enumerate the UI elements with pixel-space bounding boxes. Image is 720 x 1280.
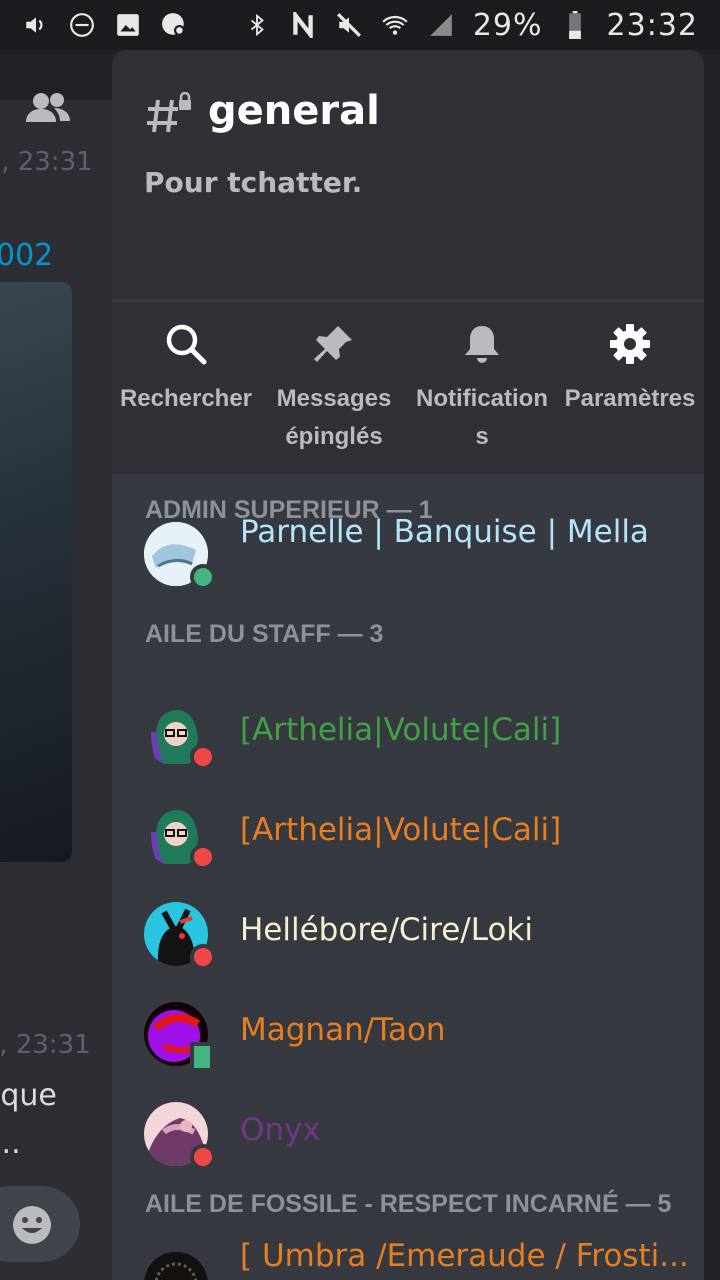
search-button[interactable]: Rechercher: [112, 302, 260, 474]
member-item[interactable]: [Arthelia|Volute|Cali]: [112, 786, 704, 886]
channel-actions: Rechercher Messages épinglés Notificatio…: [112, 302, 704, 474]
member-item[interactable]: Magnan/Taon: [112, 986, 704, 1086]
battery-percent: 29%: [472, 7, 543, 43]
search-icon: [164, 322, 208, 366]
channel-header: general Pour tchatter.: [112, 50, 704, 300]
pinned-messages-label: Messages épinglés: [276, 385, 392, 450]
notification-settings-icon: [160, 11, 188, 39]
member-name: [Arthelia|Volute|Cali]: [240, 712, 562, 748]
status-bar: 29% 23:32: [0, 0, 720, 50]
member-item[interactable]: [Arthelia|Volute|Cali]: [112, 686, 704, 786]
nfc-icon: [289, 11, 317, 39]
section-aile-de-fossile: AILE DE FOSSILE - RESPECT INCARNÉ — 5: [145, 1190, 672, 1218]
member-item[interactable]: [ Umbra /Emeraude / Frosti...: [112, 1234, 704, 1280]
member-name: Magnan/Taon: [240, 1012, 446, 1048]
notifications-button[interactable]: Notification s: [408, 302, 556, 474]
channel-info-panel: general Pour tchatter. Rechercher Messag…: [112, 50, 704, 1280]
message-timestamp: i, 23:31: [0, 147, 93, 177]
wifi-icon: [381, 11, 409, 39]
pin-icon: [312, 322, 356, 366]
channel-name: general: [208, 88, 380, 134]
member-name: Onyx: [240, 1112, 321, 1148]
avatar: [144, 1252, 208, 1280]
status-dnd-icon: [190, 944, 216, 970]
message-text: ique: [0, 1078, 57, 1113]
locked-channel-icon: [146, 91, 192, 134]
background-chat: i, 23:31 002 i, 23:31 ique ...: [0, 50, 112, 1280]
message-timestamp: i, 23:31: [0, 1030, 91, 1060]
message-link[interactable]: 002: [0, 238, 53, 273]
member-name: [Arthelia|Volute|Cali]: [240, 812, 562, 848]
member-name: [ Umbra /Emeraude / Frosti...: [240, 1238, 689, 1274]
notifications-label: Notification s: [416, 385, 548, 450]
image-icon: [114, 11, 142, 39]
member-item[interactable]: Onyx: [112, 1086, 704, 1186]
bell-icon: [460, 322, 504, 366]
status-dnd-icon: [190, 744, 216, 770]
member-name: Parnelle | Banquise | Mella: [240, 514, 649, 550]
section-aile-du-staff: AILE DU STAFF — 3: [145, 620, 384, 648]
status-dnd-icon: [190, 844, 216, 870]
member-item[interactable]: Hellébore/Cire/Loki: [112, 886, 704, 986]
message-image[interactable]: [0, 282, 72, 862]
status-mobile-icon: [190, 1042, 214, 1072]
clock: 23:32: [606, 7, 698, 43]
volume-icon: [22, 11, 50, 39]
channel-topic: Pour tchatter.: [144, 166, 363, 199]
signal-icon: [427, 11, 455, 39]
battery-icon: [561, 11, 589, 39]
do-not-disturb-icon: [68, 11, 96, 39]
member-name: Hellébore/Cire/Loki: [240, 912, 534, 948]
settings-label: Paramètres: [564, 385, 696, 412]
members-icon[interactable]: [24, 92, 72, 124]
mute-icon: [335, 11, 363, 39]
bluetooth-icon: [243, 11, 271, 39]
pinned-messages-button[interactable]: Messages épinglés: [260, 302, 408, 474]
status-dnd-icon: [190, 1144, 216, 1170]
status-online-icon: [190, 564, 216, 590]
emoji-icon[interactable]: [12, 1205, 52, 1245]
member-item[interactable]: Parnelle | Banquise | Mella: [112, 514, 704, 618]
message-text: ...: [0, 1126, 21, 1161]
search-label: Rechercher: [119, 385, 253, 412]
gear-icon: [608, 322, 652, 366]
settings-button[interactable]: Paramètres: [556, 302, 704, 474]
member-list: ADMIN SUPERIEUR — 1 Parnelle | Banquise …: [112, 474, 704, 1280]
